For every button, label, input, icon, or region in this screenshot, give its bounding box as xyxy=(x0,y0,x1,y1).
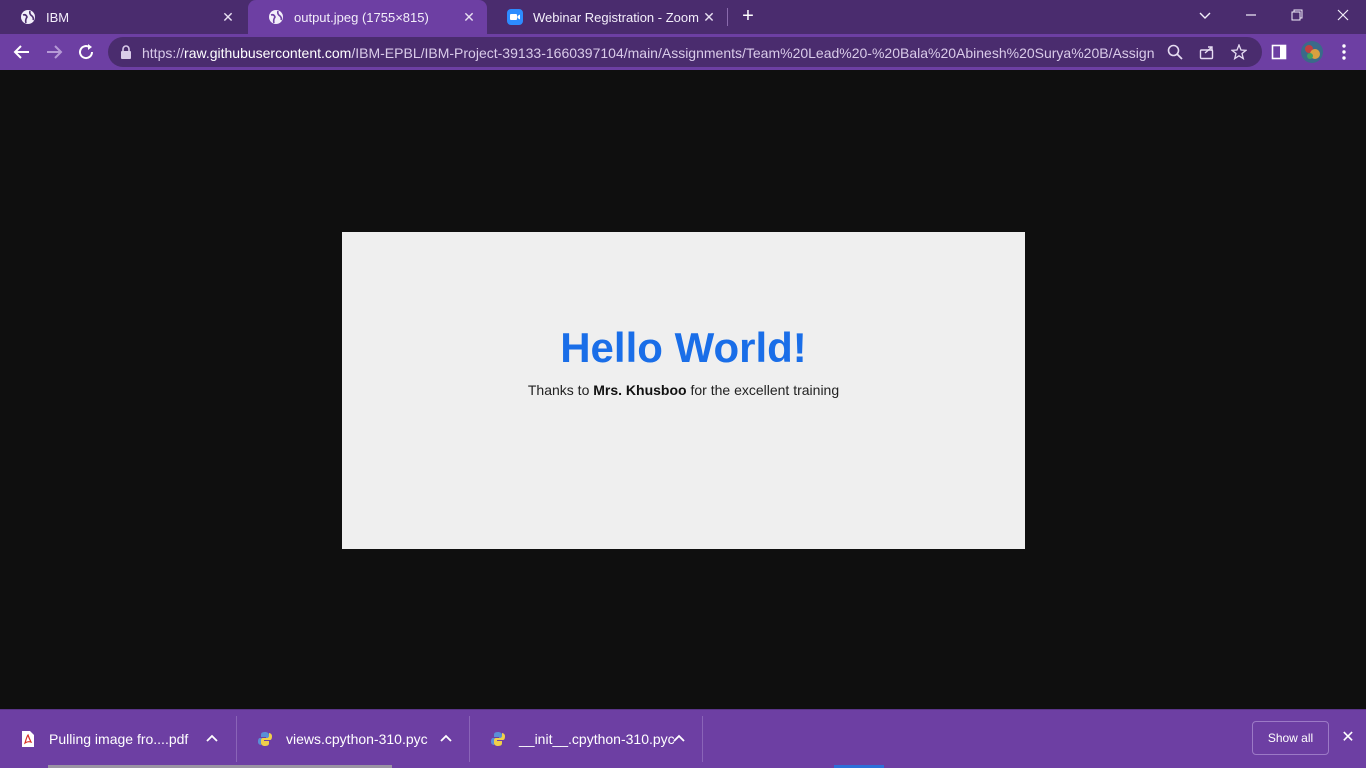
pdf-file-icon xyxy=(20,730,36,748)
profile-avatar[interactable] xyxy=(1300,40,1324,64)
close-icon[interactable]: ✕ xyxy=(220,9,236,25)
side-panel-icon[interactable] xyxy=(1269,42,1289,62)
browser-toolbar: https://raw.githubusercontent.com/IBM-EP… xyxy=(0,34,1366,70)
tab-ibm[interactable]: IBM ✕ xyxy=(0,0,246,34)
bookmark-star-icon[interactable] xyxy=(1230,43,1248,61)
download-item[interactable]: views.cpython-310.pyc xyxy=(237,710,469,767)
back-button[interactable] xyxy=(8,38,36,66)
displayed-image[interactable]: Hello World! Thanks to Mrs. Khusboo for … xyxy=(342,232,1025,549)
chevron-up-icon[interactable] xyxy=(671,730,687,746)
download-filename: views.cpython-310.pyc xyxy=(286,730,428,747)
zoom-magnifier-icon[interactable] xyxy=(1166,43,1184,61)
show-all-button[interactable]: Show all xyxy=(1252,721,1329,755)
tab-search-chevron-icon[interactable] xyxy=(1182,0,1228,30)
download-filename: __init__.cpython-310.pyc xyxy=(519,730,675,747)
address-bar[interactable]: https://raw.githubusercontent.com/IBM-EP… xyxy=(108,37,1262,67)
divider xyxy=(702,716,703,762)
tab-webinar-registration[interactable]: Webinar Registration - Zoom ✕ xyxy=(487,0,727,34)
tab-label: output.jpeg (1755×815) xyxy=(294,9,429,25)
close-download-bar-button[interactable]: ✕ xyxy=(1338,728,1358,748)
more-menu-icon[interactable] xyxy=(1334,42,1354,62)
download-item[interactable]: Pulling image fro....pdf xyxy=(0,710,236,767)
lock-icon[interactable] xyxy=(120,45,132,64)
tab-strip: IBM ✕ output.jpeg (1755×815) ✕ Webinar R… xyxy=(0,0,1366,34)
image-viewer: Hello World! Thanks to Mrs. Khusboo for … xyxy=(0,70,1366,709)
image-heading: Hello World! xyxy=(560,324,807,371)
close-icon[interactable]: ✕ xyxy=(701,9,717,25)
zoom-video-icon xyxy=(507,9,523,25)
restore-button[interactable] xyxy=(1274,0,1320,30)
tab-divider xyxy=(727,8,728,26)
url-text[interactable]: https://raw.githubusercontent.com/IBM-EP… xyxy=(142,45,1154,61)
image-caption: Thanks to Mrs. Khusboo for the excellent… xyxy=(527,382,840,398)
close-window-button[interactable] xyxy=(1320,0,1366,30)
python-file-icon xyxy=(490,730,506,748)
python-file-icon xyxy=(257,730,273,748)
globe-icon xyxy=(268,9,284,25)
tab-output-jpeg[interactable]: output.jpeg (1755×815) ✕ xyxy=(248,0,487,34)
chevron-up-icon[interactable] xyxy=(204,730,220,746)
download-filename: Pulling image fro....pdf xyxy=(49,730,189,747)
globe-icon xyxy=(20,9,36,25)
download-item[interactable]: __init__.cpython-310.pyc xyxy=(470,710,702,767)
forward-button[interactable] xyxy=(40,38,68,66)
tab-label: IBM xyxy=(46,9,70,25)
chevron-up-icon[interactable] xyxy=(438,730,454,746)
close-icon[interactable]: ✕ xyxy=(461,9,477,25)
tab-label: Webinar Registration - Zoom xyxy=(533,9,699,25)
reload-button[interactable] xyxy=(72,38,100,66)
share-icon[interactable] xyxy=(1198,43,1216,61)
download-bar: Pulling image fro....pdf views.cpython-3… xyxy=(0,709,1366,768)
new-tab-button[interactable]: + xyxy=(737,6,759,28)
minimize-button[interactable] xyxy=(1228,0,1274,30)
